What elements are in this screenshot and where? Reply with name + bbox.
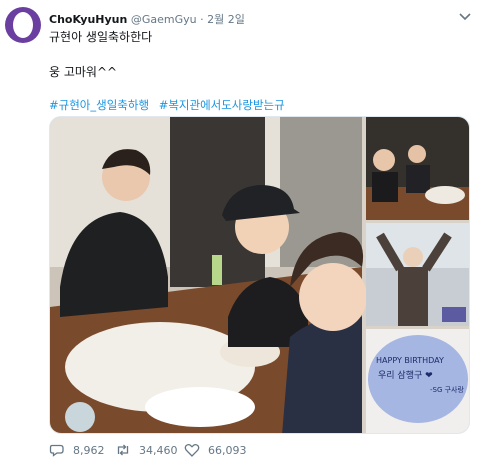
cake-text-line3: -SG 구사랑 [430,385,464,394]
tweet-header: ChoKyuHyun @GaemGyu · 2월 2일 [49,11,245,27]
heart-icon [184,443,200,457]
reply-icon [49,444,64,457]
user-handle[interactable]: @GaemGyu [131,13,197,26]
avatar[interactable] [5,7,41,43]
reply-count: 8,962 [73,443,105,457]
hashtag-link[interactable]: #복지관에서도사랑받는규 [159,98,285,112]
reply-button[interactable]: 8,962 [49,440,105,460]
action-bar: 8,962 34,460 66,093 [49,440,349,460]
hashtag-link[interactable]: #규현아_생일축하행 [49,98,149,112]
photo-thumb-celebration[interactable] [366,223,470,326]
like-button[interactable]: 66,093 [184,440,247,460]
photo-thumb-cake[interactable]: HAPPY BIRTHDAY 우리 삼행구 ❤ -SG 구사랑 [366,329,470,434]
retweet-count: 34,460 [139,443,178,457]
tweet-text-line2: 웅 고마워^^ [49,65,118,79]
tweet-text-line1: 규현아 생일축하한다 [49,30,153,44]
retweet-icon [117,444,129,456]
cake-text-line1: HAPPY BIRTHDAY [376,356,444,365]
tweet-date[interactable]: 2월 2일 [207,13,245,26]
photo-thumb-group[interactable] [366,117,470,220]
chevron-down-icon[interactable] [458,11,472,23]
cake-text-line2: 우리 삼행구 ❤ [378,369,433,381]
display-name[interactable]: ChoKyuHyun [49,13,127,26]
main-photo[interactable] [50,117,367,434]
hashtag-row: #규현아_생일축하행 #복지관에서도사랑받는규 [49,97,285,113]
retweet-button[interactable]: 34,460 [115,440,178,460]
like-count: 66,093 [208,443,247,457]
photo-grid[interactable]: HAPPY BIRTHDAY 우리 삼행구 ❤ -SG 구사랑 [49,116,470,434]
header-separator: · [200,13,204,26]
